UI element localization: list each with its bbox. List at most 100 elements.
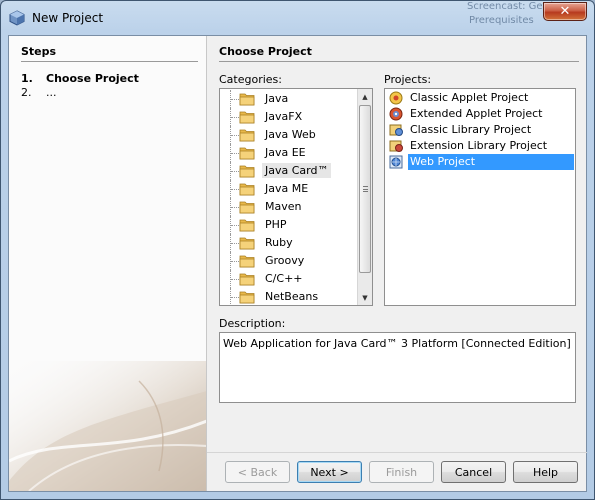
tree-line — [231, 279, 239, 280]
finish-button[interactable]: Finish — [369, 461, 434, 483]
category-item[interactable]: NetBeans Modules — [220, 288, 356, 305]
category-item[interactable]: Java ME — [220, 180, 356, 198]
category-item[interactable]: Java Card™ — [220, 162, 356, 180]
step-item-choose-project: 1. Choose Project — [21, 72, 139, 85]
folder-icon — [239, 93, 255, 106]
extension-library-icon — [389, 140, 403, 152]
next-button[interactable]: Next > — [297, 461, 362, 483]
title-bar[interactable]: New Project Screencast: Getting sta Prer… — [1, 1, 594, 35]
project-item[interactable]: Extension Library Project — [386, 138, 574, 154]
back-button[interactable]: < Back — [225, 461, 290, 483]
category-label: Java — [265, 92, 289, 105]
close-icon: ✕ — [559, 4, 571, 19]
scrollbar-thumb[interactable] — [359, 105, 371, 273]
steps-divider — [21, 61, 198, 62]
footer-divider — [207, 452, 587, 453]
folder-icon — [239, 165, 255, 178]
category-item[interactable]: PHP — [220, 216, 356, 234]
categories-scrollbar[interactable]: ▲ ▼ — [357, 89, 372, 305]
category-label: NetBeans Modules — [265, 290, 319, 305]
help-button[interactable]: Help — [513, 461, 578, 483]
category-item[interactable]: Ruby — [220, 234, 356, 252]
projects-label: Projects: — [384, 73, 432, 86]
category-item[interactable]: Java EE — [220, 144, 356, 162]
page-title: Choose Project — [219, 45, 312, 58]
step-label: ... — [46, 86, 57, 99]
category-label: Java Card™ — [262, 163, 332, 178]
categories-label: Categories: — [219, 73, 282, 86]
project-item[interactable]: Extended Applet Project — [386, 106, 574, 122]
scroll-down-arrow-icon[interactable]: ▼ — [358, 290, 372, 305]
folder-icon — [239, 147, 255, 160]
wizard-body: Steps 1. Choose Project 2.... Choose Pro… — [8, 35, 587, 492]
category-label: C/C++ — [265, 272, 303, 285]
netbeans-cube-icon — [9, 10, 25, 26]
cancel-button[interactable]: Cancel — [441, 461, 506, 483]
description-box: Web Application for Java Card™ 3 Platfor… — [219, 332, 576, 403]
window-title: New Project — [32, 11, 104, 25]
applet-icon — [389, 91, 403, 105]
tree-line — [231, 243, 239, 244]
project-label: Classic Library Project — [410, 123, 532, 136]
tree-line — [231, 135, 239, 136]
projects-list[interactable]: Classic Applet Project Extended Applet Pr… — [384, 88, 576, 306]
category-label: Groovy — [265, 254, 305, 267]
tree-line — [231, 207, 239, 208]
project-label: Extended Applet Project — [410, 107, 543, 120]
new-project-window: New Project Screencast: Getting sta Prer… — [0, 0, 595, 500]
folder-icon — [239, 201, 255, 214]
category-label: Maven — [265, 200, 302, 213]
close-button[interactable]: ✕ — [543, 2, 587, 21]
category-label: Ruby — [265, 236, 293, 249]
steps-panel: Steps 1. Choose Project 2.... — [9, 36, 207, 491]
category-label: Java Web — [265, 128, 316, 141]
folder-icon — [239, 111, 255, 124]
description-text: Web Application for Java Card™ 3 Platfor… — [223, 337, 571, 350]
category-item[interactable]: Groovy — [220, 252, 356, 270]
tree-line — [231, 99, 239, 100]
folder-icon — [239, 129, 255, 142]
folder-icon — [239, 273, 255, 286]
step-label: Choose Project — [46, 72, 139, 85]
tree-line — [231, 225, 239, 226]
project-label: Web Project — [408, 154, 574, 170]
folder-icon — [239, 255, 255, 268]
description-label: Description: — [219, 317, 286, 330]
tree-line — [231, 171, 239, 172]
scroll-up-arrow-icon[interactable]: ▲ — [358, 89, 372, 104]
grip-icon — [363, 186, 368, 192]
folder-icon — [239, 219, 255, 232]
category-item[interactable]: JavaFX — [220, 108, 356, 126]
category-item[interactable]: Java — [220, 90, 356, 108]
project-label: Extension Library Project — [410, 139, 548, 152]
project-item[interactable]: Web Project — [386, 154, 574, 170]
tree-line — [231, 261, 239, 262]
project-label: Classic Applet Project — [410, 91, 529, 104]
project-item[interactable]: Classic Applet Project — [386, 90, 574, 106]
folder-icon — [239, 291, 255, 304]
step-number: 1. — [21, 72, 33, 85]
steps-title: Steps — [21, 45, 57, 58]
web-project-icon — [389, 155, 403, 169]
heading-divider — [219, 61, 579, 62]
category-label: JavaFX — [265, 110, 303, 123]
tree-line — [231, 189, 239, 190]
library-icon — [389, 124, 403, 136]
category-item[interactable]: Maven — [220, 198, 356, 216]
decorative-swirl-graphic — [9, 361, 206, 491]
category-label: Java ME — [265, 182, 309, 195]
category-item[interactable]: Java Web — [220, 126, 356, 144]
folder-icon — [239, 237, 255, 250]
background-window-text: Prerequisites — [469, 15, 534, 26]
step-item-next: 2.... — [21, 86, 57, 99]
folder-icon — [239, 183, 255, 196]
extended-applet-icon — [389, 107, 403, 121]
tree-line — [231, 117, 239, 118]
category-label: PHP — [265, 218, 287, 231]
tree-line — [231, 153, 239, 154]
choose-project-panel: Choose Project Categories: Projects: Jav… — [207, 36, 587, 491]
tree-line — [231, 297, 239, 298]
project-item[interactable]: Classic Library Project — [386, 122, 574, 138]
categories-tree[interactable]: Java JavaFX Java Web Java EE Java Card™ Java … — [219, 88, 373, 306]
category-item[interactable]: C/C++ — [220, 270, 356, 288]
